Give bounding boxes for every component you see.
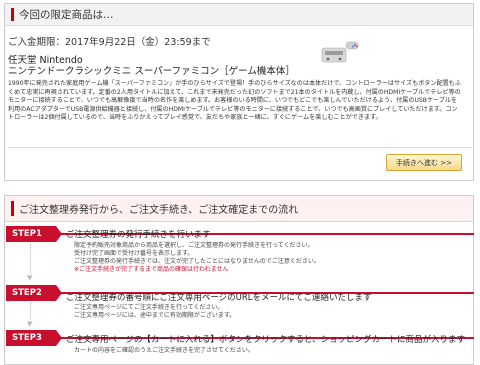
step1-line: 受付け完了画面で受付け番号を表示します。 [74, 250, 194, 257]
step2-title: ご注文整理券の番号順にご注文専用ページのURLをメールにてご連絡いたします [66, 293, 372, 303]
step1-badge: STEP1 [6, 226, 62, 242]
step1-line: ご注文整理券の発行手続きでは、注文が完了したことにはなりませんのでご注意ください… [74, 258, 320, 265]
header-accent-bar [11, 201, 14, 216]
flow-panel-title: ご注文整理券発行から、ご注文手続き、ご注文確定までの流れ [19, 205, 299, 216]
payment-deadline: ご入金期限：2017年9月22日（金）23:59まで [8, 37, 211, 48]
step2-line: ご注文専用ページには、途中までに有効期限がございます。 [74, 312, 236, 319]
flow-panel-header: ご注文整理券発行から、ご注文手続き、ご注文確定までの流れ [5, 196, 473, 222]
console-image [321, 41, 359, 63]
step1-title: ご注文整理券の発行手続きを行います [66, 230, 211, 240]
limited-panel-header: 今回の限定商品は… [5, 4, 473, 26]
header-accent-bar [11, 8, 14, 21]
step2-line: ご注文専用ページにてご注文手続きを行ってください。 [74, 304, 224, 311]
down-arrow-icon: ▼ [27, 274, 33, 282]
limited-panel-title: 今回の限定商品は… [19, 9, 114, 21]
step3-title: ご注文専用ページの【カートに入れる】ボタンをクリックすると、ショッピングカートに… [66, 335, 465, 345]
divider [8, 147, 472, 148]
flow-connector [30, 244, 32, 276]
step2-badge: STEP2 [6, 285, 62, 301]
down-arrow-icon: ▼ [27, 320, 33, 328]
step3-badge: STEP3 [6, 330, 62, 346]
step1-warning: ※ご注文手続きが完了するまで商品の確保は行われません [74, 266, 229, 273]
step3-line: カートの内容をご確認のうえご注文手続きを完了させてください。 [74, 347, 254, 354]
step1-line: 限定予約販売対象商品から商品を選択し、ご注文整理券の発行手続きを行ってください。 [74, 242, 314, 249]
product-name: ニンテンドークラシックミニ スーパーファミコン［ゲーム機本体］ [8, 66, 295, 77]
proceed-button[interactable]: 手続きへ進む >> [386, 154, 462, 171]
product-description: 1990年に発売された家庭用ゲーム機「スーパーファミコン」が手のひらサイズで登場… [8, 80, 461, 122]
